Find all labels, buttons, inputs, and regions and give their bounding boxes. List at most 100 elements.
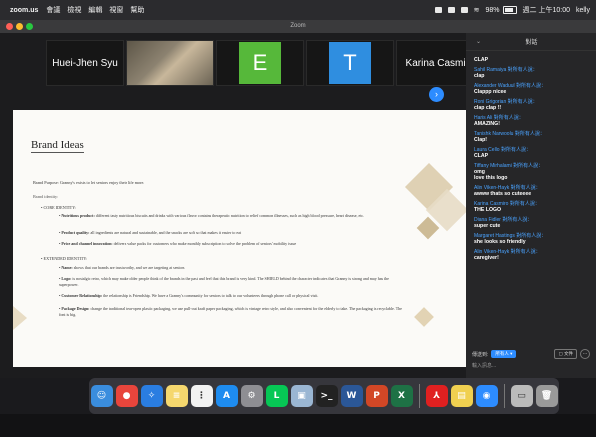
chat-message-text: CLAP	[474, 57, 489, 63]
chat-message-text: THE LOGO	[474, 207, 502, 213]
chat-messages[interactable]: CLAP Sahil Ramaiya 對所有人說： clap Alexander Wa…	[466, 51, 596, 261]
participant-avatar: T	[329, 42, 371, 84]
system-preferences-icon[interactable]: ⚙	[240, 385, 263, 407]
slide-brand-purpose: Brand Purpose: Granny's exists to let se…	[33, 180, 145, 185]
participant-name: Karina Casmiro	[405, 57, 475, 69]
terminal-icon[interactable]: >_	[315, 385, 338, 407]
dock-separator	[418, 384, 420, 408]
status-icon[interactable]	[460, 7, 468, 13]
menu-view[interactable]: 檢視	[67, 5, 81, 15]
zoom-window-button[interactable]	[26, 23, 33, 30]
menu-help[interactable]: 幫助	[130, 5, 144, 15]
chat-file-button[interactable]: ▢ 文件	[554, 349, 577, 359]
participant-tile[interactable]: T	[306, 40, 394, 86]
app-store-icon[interactable]: A	[215, 385, 238, 407]
chat-message-text: caregiver!	[474, 255, 499, 261]
slide-core-item: • Product quality: all ingredients are n…	[59, 230, 242, 235]
close-window-button[interactable]	[6, 23, 13, 30]
participant-video-tile[interactable]	[126, 40, 214, 86]
traffic-lights	[6, 23, 33, 30]
menubar-clock[interactable]: 週二 上午10:00	[523, 5, 570, 15]
chat-message-text: she looks so friendly	[474, 239, 526, 245]
participant-tile[interactable]: Huei-Jhen Syu	[46, 40, 124, 86]
slide-core-heading: • CORE IDENTITY:	[41, 205, 77, 210]
meeting-area: Huei-Jhen Syu E T Karina Casmiro › Brand…	[0, 33, 484, 378]
window-title: Zoom	[290, 23, 306, 29]
menubar-app-name[interactable]: zoom.us	[10, 7, 38, 14]
status-icon[interactable]	[447, 7, 455, 13]
status-icon[interactable]	[434, 7, 442, 13]
chat-message: Laura Cello 對所有人說： CLAP	[474, 147, 588, 159]
menu-window[interactable]: 視窗	[109, 5, 123, 15]
dock-separator	[503, 384, 505, 408]
slide-extended-item: • Logo: is nostalgic retro, which may ma…	[59, 276, 389, 287]
chat-recipient-row: 傳送到: 所有人 ▾ ▢ 文件 …	[466, 348, 596, 360]
chat-message: Roni Grigorian 對所有人說： clap clap !!	[474, 99, 588, 111]
chat-message: Karina Casmiro 對所有人說： THE LOGO	[474, 201, 588, 213]
chat-message-text: awww thats so cuteeee	[474, 191, 532, 197]
menu-meeting[interactable]: 會議	[46, 5, 60, 15]
chat-message: CLAP	[474, 57, 588, 63]
word-icon[interactable]: W	[340, 385, 363, 407]
chat-panel: ⌄ 對話 CLAP Sahil Ramaiya 對所有人說： clap Alexand…	[466, 33, 596, 378]
participant-name: Huei-Jhen Syu	[52, 57, 118, 69]
chat-message: Alin Viken-Hayk 對所有人說： awww thats so cute…	[474, 185, 588, 197]
more-options-icon[interactable]: …	[580, 349, 590, 359]
participant-tile[interactable]: E	[216, 40, 304, 86]
chat-message: Haris Ali 對所有人說： AMAZING!	[474, 115, 588, 127]
battery-icon[interactable]	[502, 6, 517, 14]
chat-message: Alexander Waduul 對所有人說： Clappp nicee	[474, 83, 588, 95]
reminders-icon[interactable]: ⋮	[190, 385, 213, 407]
chat-message: Margaret Hastings 對所有人說： she looks so fri…	[474, 233, 588, 245]
decorative-diamond	[414, 307, 434, 327]
chat-message-text: super cute	[474, 223, 501, 229]
safari-icon[interactable]: ✧	[140, 385, 163, 407]
decorative-triangle	[13, 306, 27, 330]
chat-message-text: love this logo	[474, 175, 508, 181]
line-icon[interactable]: L	[265, 385, 288, 407]
notes-icon[interactable]: ≡	[165, 385, 188, 407]
chat-message: Tanishk Narwoolu 對所有人說： Clap!	[474, 131, 588, 143]
trash-icon[interactable]: 🗑	[535, 385, 558, 407]
chat-message-text: clap	[474, 73, 485, 79]
chat-recipient-select[interactable]: 所有人 ▾	[491, 350, 517, 358]
slide-extended-item: • Customer Relationship: the relationshi…	[59, 293, 319, 298]
participant-avatar: E	[239, 42, 281, 84]
preview-icon[interactable]: ▣	[290, 385, 313, 407]
menubar: zoom.us 會議 檢視 編輯 視窗 幫助 ≋ 98% 週二 上午10:00 …	[0, 0, 596, 20]
slide-extended-heading: • EXTENDED IDENTITY:	[41, 256, 88, 261]
chat-message-text: clap clap !!	[474, 105, 502, 111]
chat-to-label: 傳送到:	[472, 351, 489, 358]
acrobat-icon[interactable]: ⅄	[425, 385, 448, 407]
chat-message: Tiffany Mirhalami 對所有人說： omg love this log…	[474, 163, 588, 181]
excel-icon[interactable]: X	[390, 385, 413, 407]
finder-icon[interactable]: ☺	[90, 385, 113, 407]
chat-message: Alin Viken-Hayk 對所有人說： caregiver!	[474, 249, 588, 261]
minimize-window-button[interactable]	[16, 23, 23, 30]
chat-message-input[interactable]: 輸入訊息...	[466, 362, 596, 369]
shared-slide: Brand Ideas Brand Purpose: Granny's exis…	[13, 110, 466, 367]
dock: ☺ ● ✧ ≡ ⋮ A ⚙ L ▣ >_ W P X ⅄ ▤ ◉ ▭ 🗑	[89, 378, 559, 414]
battery-percent[interactable]: 98%	[486, 7, 500, 14]
next-participants-button[interactable]: ›	[429, 87, 444, 102]
chat-header: ⌄ 對話	[466, 33, 596, 51]
chat-message: Sahil Ramaiya 對所有人說： clap	[474, 67, 588, 79]
slide-core-item: • Nutritious product: different tasty nu…	[59, 213, 365, 218]
display-icon[interactable]: ▭	[510, 385, 533, 407]
menu-edit[interactable]: 編輯	[88, 5, 102, 15]
slide-extended-item: • Name: shows that our brands are trustw…	[59, 265, 185, 270]
window-titlebar: Zoom	[0, 20, 596, 33]
chat-message: Diana Fidler 對所有人說： super cute	[474, 217, 588, 229]
slide-brand-identity: Brand identity:	[33, 194, 59, 199]
wifi-icon[interactable]: ≋	[474, 6, 480, 14]
stickies-icon[interactable]: ▤	[450, 385, 473, 407]
menubar-user[interactable]: kelly	[576, 7, 590, 14]
chat-message-text: Clappp nicee	[474, 89, 507, 95]
chat-footer: 傳送到: 所有人 ▾ ▢ 文件 … 輸入訊息...	[466, 348, 596, 369]
powerpoint-icon[interactable]: P	[365, 385, 388, 407]
zoom-icon[interactable]: ◉	[475, 385, 498, 407]
chat-message-text: CLAP	[474, 153, 489, 159]
chrome-icon[interactable]: ●	[115, 385, 138, 407]
chat-message-text: Clap!	[474, 137, 487, 143]
participant-strip: Huei-Jhen Syu E T Karina Casmiro	[46, 40, 484, 86]
